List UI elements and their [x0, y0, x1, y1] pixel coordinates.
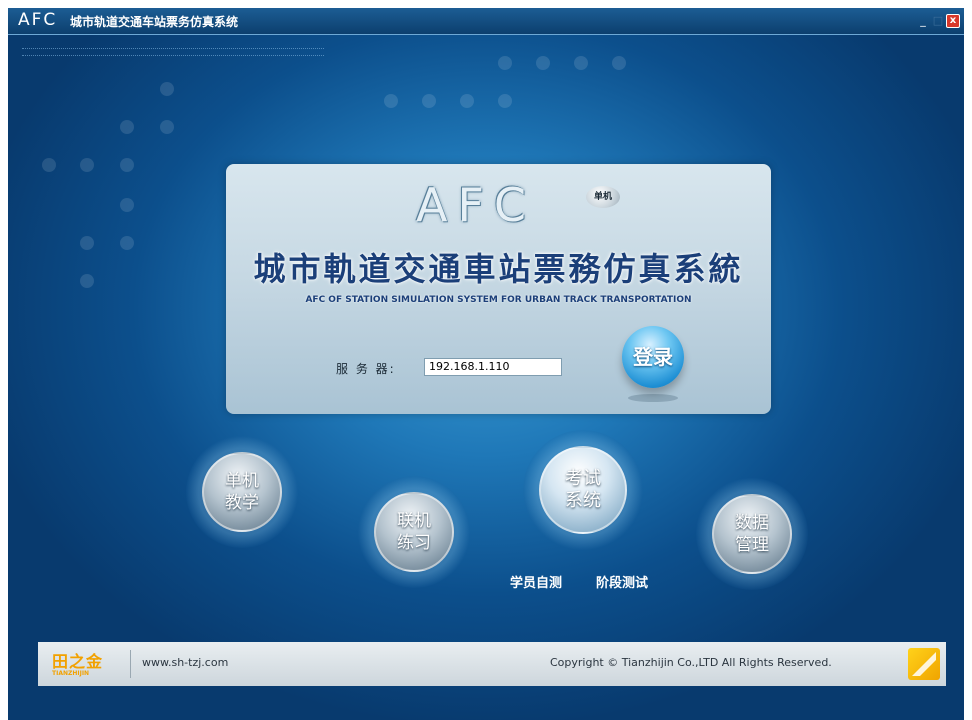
- company-url: www.sh-tzj.com: [142, 656, 229, 669]
- maximize-button[interactable]: □: [931, 14, 945, 28]
- exam-system-button[interactable]: 考试 系统: [523, 430, 643, 550]
- standalone-badge: 单机: [586, 186, 620, 208]
- student-self-test-link[interactable]: 学员自测: [510, 572, 562, 591]
- minimize-button[interactable]: _: [916, 14, 930, 28]
- decorative-dot: [536, 56, 550, 70]
- system-title: 城市軌道交通車站票務仿真系統: [253, 250, 744, 288]
- decorative-dot: [80, 236, 94, 250]
- exam-system-label: 考试 系统: [539, 446, 627, 534]
- login-panel: AFC 单机 城市軌道交通車站票務仿真系統 AFC OF STATION SIM…: [226, 164, 771, 414]
- decorative-dot: [80, 274, 94, 288]
- decorative-dot: [120, 236, 134, 250]
- decorative-dot: [612, 56, 626, 70]
- close-button[interactable]: x: [946, 14, 960, 28]
- online-practice-label: 联机 练习: [374, 492, 454, 572]
- decorative-dot: [120, 158, 134, 172]
- decorative-dot: [422, 94, 436, 108]
- online-practice-button[interactable]: 联机 练习: [358, 476, 470, 588]
- decorative-dot: [498, 56, 512, 70]
- login-button[interactable]: 登录: [622, 326, 684, 388]
- standalone-teaching-button[interactable]: 单机 教学: [186, 436, 298, 548]
- company-logo: 田之金 TIANZHIJIN: [52, 648, 122, 680]
- login-button-shadow: [628, 394, 678, 402]
- server-label: 服 务 器:: [336, 362, 396, 376]
- company-logo-subtext: TIANZHIJIN: [52, 670, 90, 677]
- data-management-button[interactable]: 数据 管理: [696, 478, 808, 590]
- system-subtitle: AFC OF STATION SIMULATION SYSTEM FOR URB…: [305, 295, 692, 305]
- data-management-label: 数据 管理: [712, 494, 792, 574]
- corner-logo-icon: [908, 648, 940, 680]
- footer-bar: 田之金 TIANZHIJIN www.sh-tzj.com Copyright …: [38, 642, 946, 686]
- decorative-dot: [460, 94, 474, 108]
- title-bar: AFC 城市轨道交通车站票务仿真系统 _ □ x: [8, 8, 964, 35]
- app-logo: AFC: [18, 10, 58, 30]
- afc-logo: AFC: [416, 178, 537, 232]
- decorative-divider: [22, 48, 324, 56]
- decorative-dot: [80, 158, 94, 172]
- decorative-dot: [160, 120, 174, 134]
- app-window: AFC 城市轨道交通车站票务仿真系统 _ □ x AFC 单机 城市軌道交通車站…: [8, 8, 964, 720]
- decorative-dot: [574, 56, 588, 70]
- standalone-teaching-label: 单机 教学: [202, 452, 282, 532]
- corner-logo-glyph: [912, 652, 936, 676]
- copyright-text: Copyright © Tianzhijin Co.,LTD All Right…: [550, 656, 832, 669]
- decorative-dot: [120, 120, 134, 134]
- footer-divider: [130, 650, 131, 678]
- decorative-dot: [42, 158, 56, 172]
- company-logo-text: 田之金: [52, 652, 104, 671]
- stage-test-link[interactable]: 阶段测试: [596, 572, 648, 591]
- decorative-dot: [384, 94, 398, 108]
- server-input[interactable]: [424, 358, 562, 376]
- decorative-dot: [160, 82, 174, 96]
- decorative-dot: [498, 94, 512, 108]
- window-title: 城市轨道交通车站票务仿真系统: [70, 15, 239, 29]
- decorative-dot: [120, 198, 134, 212]
